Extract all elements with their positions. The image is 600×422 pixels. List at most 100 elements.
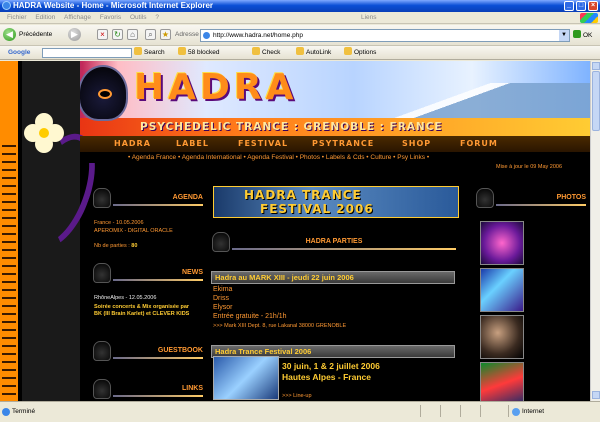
photo-thumbnail[interactable] — [480, 221, 524, 265]
party-1-entry: Entrée gratuite - 21h/1h — [213, 313, 287, 320]
scroll-up-icon[interactable] — [592, 62, 600, 70]
stop-icon[interactable]: × — [97, 29, 108, 40]
vertical-scrollbar[interactable] — [590, 61, 600, 401]
hand-icon — [93, 379, 111, 399]
last-updated: Mise à jour le 09 May 2006 — [496, 164, 563, 170]
menu-edit[interactable]: Edition — [35, 14, 55, 21]
news-date: RhôneAlpes - 12.05.2006 — [94, 295, 157, 301]
go-button[interactable]: OK — [573, 30, 592, 39]
menu-view[interactable]: Affichage — [64, 14, 91, 21]
news-text-1[interactable]: Soirée concerts & Mix organisée par — [94, 304, 189, 311]
photo-thumbnail[interactable] — [480, 315, 524, 359]
browser-window: HADRA Website - Home - Microsoft Interne… — [0, 0, 600, 422]
links-title[interactable]: LINKS — [182, 385, 203, 392]
mountains-graphic — [360, 83, 590, 118]
site-banner: HADRA PSYCHEDELIC TRANCE : GRENOBLE : FR… — [0, 61, 590, 136]
agenda-header: AGENDA — [93, 188, 203, 208]
close-button[interactable]: × — [588, 1, 598, 11]
ie-logo-icon — [2, 1, 11, 10]
party-2-dates: 30 juin, 1 & 2 juillet 2006 — [282, 361, 380, 371]
party-1-title[interactable]: Hadra au MARK XIII - jeudi 22 juin 2006 — [211, 271, 455, 284]
hand-icon — [93, 188, 111, 208]
party-1-artist: Elysor — [213, 304, 233, 311]
address-dropdown-icon[interactable]: ▼ — [559, 30, 569, 41]
agenda-title: AGENDA — [172, 194, 203, 201]
google-search-input[interactable] — [42, 48, 132, 58]
security-zone: Internet — [511, 404, 544, 420]
menu-bar: Fichier Edition Affichage Favoris Outils… — [0, 12, 600, 24]
party-2-lineup-link[interactable]: >>> Line-up — [282, 393, 312, 399]
status-text: Terminé — [1, 404, 35, 420]
autolink-button[interactable]: AutoLink — [296, 46, 331, 60]
nav-festival[interactable]: FESTIVAL — [238, 138, 288, 150]
minimize-button[interactable]: _ — [564, 1, 574, 11]
festival-poster-thumbnail[interactable] — [213, 356, 279, 400]
options-button[interactable]: Options — [344, 46, 376, 60]
links-header: LINKS — [93, 379, 203, 399]
news-text-2[interactable]: BK (III Brain Karlet) et CLEVER KIDS — [94, 311, 189, 318]
guestbook-title[interactable]: GUESTBOOK — [158, 347, 203, 354]
photos-header: PHOTOS — [476, 188, 586, 208]
guestbook-header: GUESTBOOK — [93, 341, 203, 361]
hand-icon — [93, 263, 111, 283]
site-logo[interactable]: HADRA — [134, 67, 297, 108]
options-icon — [344, 47, 352, 55]
nav-shop[interactable]: SHOP — [402, 138, 431, 150]
sub-links[interactable]: • Agenda France • Agenda International •… — [80, 152, 590, 163]
home-icon[interactable]: ⌂ — [127, 29, 138, 40]
google-search-icon — [134, 47, 142, 55]
party-2-place: Hautes Alpes - France — [282, 372, 371, 382]
spell-check-button[interactable]: Check — [252, 46, 280, 60]
festival-banner[interactable]: HADRA TRANCE FESTIVAL 2006 — [213, 186, 459, 218]
address-label: Adresse — [175, 31, 199, 38]
windows-logo-icon — [580, 13, 598, 23]
favorites-icon[interactable]: ★ — [160, 29, 171, 40]
festival-banner-line-2: FESTIVAL 2006 — [260, 202, 374, 216]
nav-psytrance[interactable]: PSYTRANCE — [312, 138, 374, 150]
agenda-event[interactable]: APEROMIX - DIGITAL ORACLE — [94, 228, 173, 234]
forward-arrow-icon[interactable]: ▶ — [68, 28, 81, 41]
party-1-artist: Driss — [213, 295, 229, 302]
refresh-icon[interactable]: ↻ — [112, 29, 123, 40]
menu-file[interactable]: Fichier — [7, 14, 27, 21]
photos-title[interactable]: PHOTOS — [557, 194, 586, 201]
window-title: HADRA Website - Home - Microsoft Interne… — [13, 1, 214, 10]
agenda-date[interactable]: France - 10.05.2006 — [94, 220, 144, 226]
scrollbar-thumb[interactable] — [592, 71, 600, 131]
parties-title: HADRA PARTIES — [305, 238, 363, 245]
menu-help[interactable]: ? — [155, 14, 159, 21]
nav-label[interactable]: LABEL — [176, 138, 209, 150]
nav-forum[interactable]: FORUM — [460, 138, 498, 150]
search-icon[interactable]: ⌕ — [145, 29, 156, 40]
links-bar-label[interactable]: Liens — [361, 12, 377, 24]
left-decoration — [0, 61, 109, 401]
check-icon — [252, 47, 260, 55]
hand-icon — [476, 188, 494, 208]
back-arrow-icon[interactable]: ◀ — [3, 28, 16, 41]
address-url: http://www.hadra.net/home.php — [213, 32, 303, 39]
news-title: NEWS — [182, 269, 203, 276]
popup-blocker-icon — [178, 47, 186, 55]
autolink-icon — [296, 47, 304, 55]
festival-banner-line-1: HADRA TRANCE — [244, 188, 362, 202]
menu-tools[interactable]: Outils — [130, 14, 147, 21]
party-1-artist: Ekima — [213, 286, 233, 293]
google-toolbar: Google Search 58 blocked Check AutoLink … — [0, 46, 600, 60]
nav-hadra[interactable]: HADRA — [114, 138, 151, 150]
scroll-down-icon[interactable] — [592, 391, 600, 399]
agenda-parties-count: Nb de parties : 80 — [94, 243, 138, 249]
maximize-button[interactable]: □ — [576, 1, 586, 11]
google-search-button[interactable]: Search — [134, 46, 165, 60]
status-bar: Terminé Internet — [0, 401, 600, 422]
hadra-hand-logo-icon — [78, 65, 128, 121]
party-1-address[interactable]: >>> Mark XIII Dept. 8, rue Lakanal 38000… — [213, 323, 346, 329]
photo-thumbnail[interactable] — [480, 268, 524, 312]
popup-blocker-button[interactable]: 58 blocked — [178, 46, 219, 60]
photo-thumbnail[interactable] — [480, 362, 524, 401]
address-input[interactable]: http://www.hadra.net/home.php ▼ — [200, 29, 570, 42]
navigation-toolbar: ◀ Précédente ▶ × ↻ ⌂ ⌕ ★ Adresse http://… — [0, 25, 600, 46]
back-button[interactable]: Précédente — [19, 31, 52, 38]
site-nav: HADRA LABEL FESTIVAL PSYTRANCE SHOP FORU… — [80, 136, 590, 152]
menu-favorites[interactable]: Favoris — [100, 14, 121, 21]
google-logo[interactable]: Google — [8, 46, 30, 60]
